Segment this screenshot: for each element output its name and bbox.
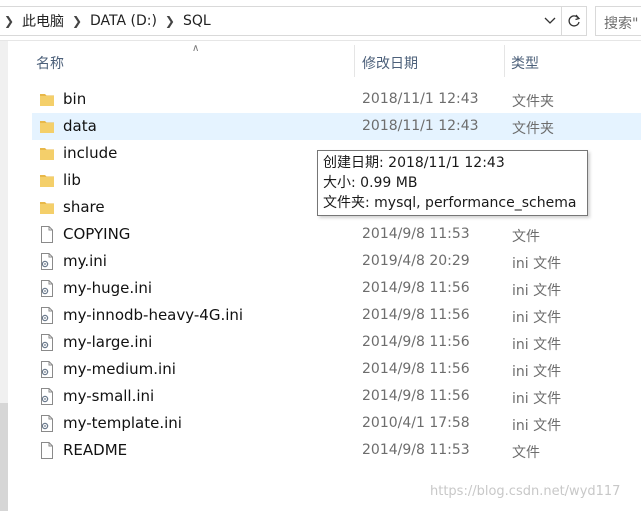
file-row[interactable]: my-template.ini 2010/4/1 17:58 ini 文件	[32, 410, 641, 437]
file-icon	[39, 226, 55, 243]
file-name: my.ini	[63, 252, 107, 270]
settings-file-icon	[39, 334, 55, 351]
file-type: ini 文件	[512, 418, 562, 434]
file-name: my-huge.ini	[63, 279, 153, 297]
chevron-right-icon[interactable]: ❯	[161, 14, 179, 28]
file-type: 文件夹	[512, 94, 554, 110]
column-header-date[interactable]: 修改日期	[362, 53, 418, 73]
chevron-down-icon	[544, 17, 556, 24]
file-icon	[39, 442, 55, 459]
breadcrumb-sql[interactable]: SQL	[179, 13, 215, 29]
file-name: my-template.ini	[63, 414, 182, 432]
watermark-text: https://blog.csdn.net/wyd117	[430, 484, 621, 499]
file-name: COPYING	[63, 225, 131, 243]
file-row[interactable]: COPYING 2014/9/8 11:53 文件	[32, 221, 641, 248]
file-name: share	[63, 198, 105, 216]
chevron-right-icon[interactable]: ❯	[68, 14, 86, 28]
file-name: bin	[63, 90, 87, 108]
address-history-dropdown[interactable]	[540, 7, 560, 35]
address-bar-area: ❯ 此电脑 ❯ DATA (D:) ❯ SQL 搜索"	[0, 0, 641, 41]
folder-info-tooltip: 创建日期: 2018/11/1 12:43 大小: 0.99 MB 文件夹: m…	[317, 150, 588, 216]
file-type: ini 文件	[512, 337, 562, 353]
file-modified-date: 2018/11/1 12:43	[362, 118, 479, 134]
settings-file-icon	[39, 415, 55, 432]
search-input[interactable]: 搜索"	[595, 6, 641, 36]
file-type: ini 文件	[512, 310, 562, 326]
file-name: my-medium.ini	[63, 360, 176, 378]
folder-icon	[39, 91, 55, 108]
file-type: ini 文件	[512, 391, 562, 407]
file-row[interactable]: my.ini 2019/4/8 20:29 ini 文件	[32, 248, 641, 275]
tooltip-size: 大小: 0.99 MB	[323, 175, 418, 191]
file-row[interactable]: data 2018/11/1 12:43 文件夹	[32, 113, 641, 140]
file-modified-date: 2014/9/8 11:56	[362, 280, 470, 296]
breadcrumb-data-drive[interactable]: DATA (D:)	[86, 13, 161, 29]
file-row[interactable]: my-medium.ini 2014/9/8 11:56 ini 文件	[32, 356, 641, 383]
file-type: 文件夹	[512, 121, 554, 137]
address-bar[interactable]: ❯ 此电脑 ❯ DATA (D:) ❯ SQL	[0, 6, 587, 36]
column-header-type[interactable]: 类型	[511, 53, 539, 73]
folder-icon	[39, 118, 55, 135]
folder-icon	[39, 199, 55, 216]
file-type: 文件	[512, 229, 540, 245]
file-modified-date: 2014/9/8 11:56	[362, 334, 470, 350]
folder-icon	[39, 172, 55, 189]
refresh-icon	[568, 14, 581, 27]
file-name: README	[63, 441, 128, 459]
navigation-pane-scrollbar[interactable]	[0, 41, 8, 511]
file-modified-date: 2014/9/8 11:53	[362, 442, 470, 458]
file-row[interactable]: bin 2018/11/1 12:43 文件夹	[32, 86, 641, 113]
settings-file-icon	[39, 280, 55, 297]
column-header-name[interactable]: 名称	[36, 53, 64, 73]
scrollbar-thumb[interactable]	[0, 403, 8, 511]
file-modified-date: 2014/9/8 11:56	[362, 361, 470, 377]
file-name: include	[63, 144, 118, 162]
file-type: ini 文件	[512, 256, 562, 272]
file-name: my-large.ini	[63, 333, 153, 351]
file-type: ini 文件	[512, 283, 562, 299]
file-modified-date: 2010/4/1 17:58	[362, 415, 470, 431]
settings-file-icon	[39, 361, 55, 378]
tooltip-folders: 文件夹: mysql, performance_schema	[323, 195, 577, 211]
file-modified-date: 2019/4/8 20:29	[362, 253, 470, 269]
file-modified-date: 2018/11/1 12:43	[362, 91, 479, 107]
breadcrumb-this-pc[interactable]: 此电脑	[18, 11, 68, 31]
chevron-right-icon[interactable]: ❯	[0, 14, 18, 28]
column-divider[interactable]	[354, 45, 355, 77]
file-row[interactable]: my-small.ini 2014/9/8 11:56 ini 文件	[32, 383, 641, 410]
file-modified-date: 2014/9/8 11:53	[362, 226, 470, 242]
file-row[interactable]: my-large.ini 2014/9/8 11:56 ini 文件	[32, 329, 641, 356]
tooltip-created-date: 创建日期: 2018/11/1 12:43	[323, 155, 505, 171]
sort-ascending-icon: ∧	[192, 43, 200, 54]
file-modified-date: 2014/9/8 11:56	[362, 307, 470, 323]
column-divider[interactable]	[504, 45, 505, 77]
settings-file-icon	[39, 307, 55, 324]
column-header-row: ∧ 名称 修改日期 类型	[8, 41, 641, 81]
file-row[interactable]: my-innodb-heavy-4G.ini 2014/9/8 11:56 ini …	[32, 302, 641, 329]
settings-file-icon	[39, 388, 55, 405]
file-row[interactable]: my-huge.ini 2014/9/8 11:56 ini 文件	[32, 275, 641, 302]
file-name: my-innodb-heavy-4G.ini	[63, 306, 244, 324]
file-name: lib	[63, 171, 81, 189]
folder-icon	[39, 145, 55, 162]
file-name: my-small.ini	[63, 387, 155, 405]
refresh-button[interactable]	[561, 7, 586, 35]
settings-file-icon	[39, 253, 55, 270]
file-name: data	[63, 117, 97, 135]
file-type: ini 文件	[512, 364, 562, 380]
file-row[interactable]: README 2014/9/8 11:53 文件	[32, 437, 641, 464]
file-modified-date: 2014/9/8 11:56	[362, 388, 470, 404]
file-type: 文件	[512, 445, 540, 461]
